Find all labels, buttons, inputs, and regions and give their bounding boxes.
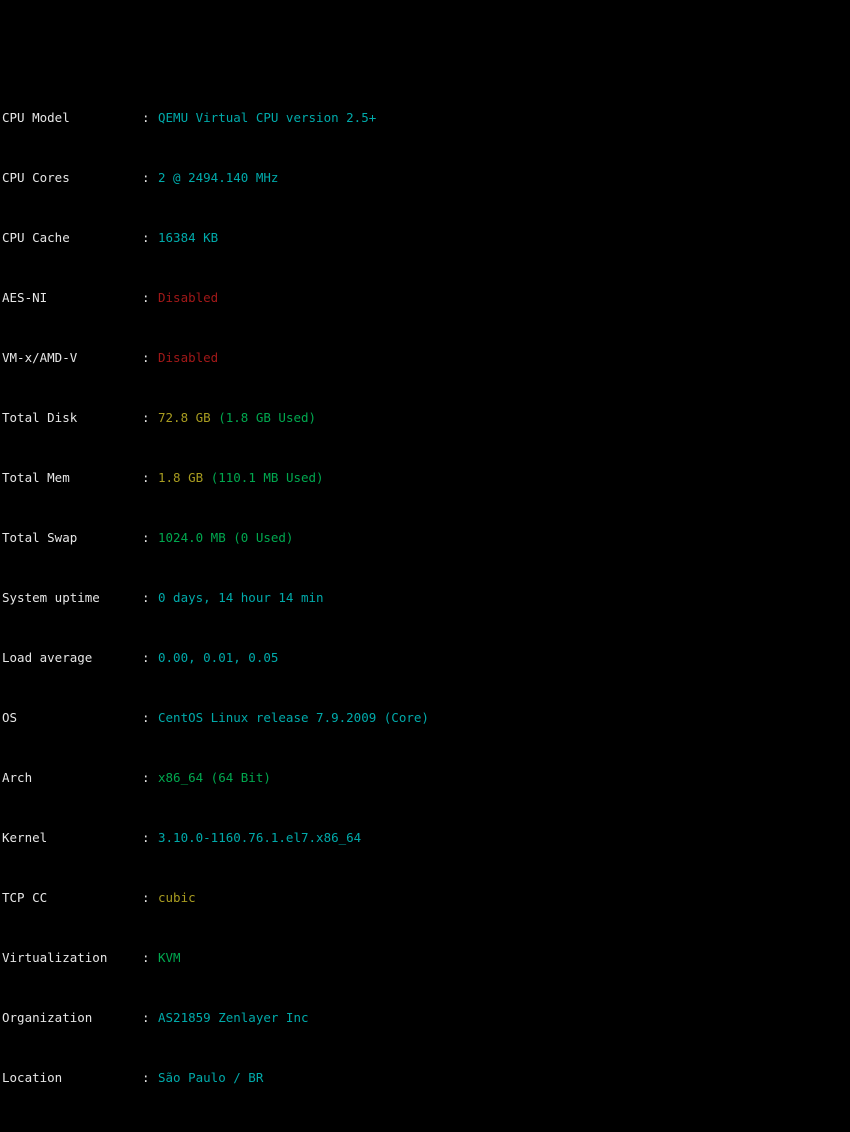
info-value: 0.00, 0.01, 0.05 — [158, 650, 279, 665]
info-value: CentOS Linux release 7.9.2009 (Core) — [158, 710, 429, 725]
system-info-block: CPU Model: QEMU Virtual CPU version 2.5+ … — [2, 65, 850, 1132]
info-value: São Paulo — [158, 1130, 226, 1132]
info-colon: : — [142, 1070, 150, 1085]
info-label: Kernel — [2, 830, 48, 845]
info-label: Region — [2, 1130, 142, 1132]
info-row-os: OS: CentOS Linux release 7.9.2009 (Core) — [2, 710, 850, 725]
info-label: System uptime — [2, 590, 100, 605]
info-colon: : — [142, 770, 150, 785]
info-row-region: Region:São Paulo — [2, 1130, 850, 1132]
info-colon: : — [142, 590, 150, 605]
info-label: Location — [2, 1070, 63, 1085]
info-value: 16384 KB — [158, 230, 219, 245]
info-label: VM-x/AMD-V — [2, 350, 78, 365]
info-row-tcp-cc: TCP CC: cubic — [2, 890, 850, 905]
info-label: CPU Cache — [2, 230, 70, 245]
info-value: 3.10.0-1160.76.1.el7.x86_64 — [158, 830, 362, 845]
info-colon: : — [142, 410, 150, 425]
info-colon: : — [142, 350, 150, 365]
info-value-total: 72.8 GB — [158, 410, 211, 425]
info-value-used: (1.8 GB Used) — [218, 410, 317, 425]
info-label: Arch — [2, 770, 33, 785]
info-value: KVM — [158, 950, 181, 965]
info-label: TCP CC — [2, 890, 48, 905]
info-colon: : — [142, 1130, 158, 1132]
info-colon: : — [142, 1010, 150, 1025]
info-colon: : — [142, 890, 150, 905]
info-colon: : — [142, 710, 150, 725]
info-colon: : — [142, 110, 150, 125]
info-row-load-average: Load average:0.00, 0.01, 0.05 — [2, 650, 850, 665]
info-label: Organization — [2, 1010, 93, 1025]
info-value: QEMU Virtual CPU version 2.5+ — [158, 110, 377, 125]
info-row-cpu-model: CPU Model: QEMU Virtual CPU version 2.5+ — [2, 110, 850, 125]
info-value: cubic — [158, 890, 196, 905]
info-value-status: Disabled — [158, 290, 219, 305]
info-label: Virtualization — [2, 950, 108, 965]
info-row-location: Location: São Paulo / BR — [2, 1070, 850, 1085]
info-row-total-swap: Total Swap:1024.0 MB (0 Used) — [2, 530, 850, 545]
info-value: São Paulo / BR — [158, 1070, 264, 1085]
info-label: Total Mem — [2, 470, 70, 485]
info-value-total: 1.8 GB — [158, 470, 204, 485]
info-row-virtualization: Virtualization: KVM — [2, 950, 850, 965]
info-row-cpu-cores: CPU Cores:2 @ 2494.140 MHz — [2, 170, 850, 185]
info-value: 2 @ 2494.140 MHz — [158, 170, 279, 185]
info-row-total-disk: Total Disk:72.8 GB (1.8 GB Used) — [2, 410, 850, 425]
info-label: OS — [2, 710, 18, 725]
info-row-arch: Arch: x86_64 (64 Bit) — [2, 770, 850, 785]
info-colon: : — [142, 470, 150, 485]
info-colon: : — [142, 830, 150, 845]
info-label: CPU Model — [2, 110, 70, 125]
info-row-vmx-amdv: VM-x/AMD-V: Disabled — [2, 350, 850, 365]
info-row-system-uptime: System uptime:0 days, 14 hour 14 min — [2, 590, 850, 605]
info-value: 0 days, 14 hour 14 min — [158, 590, 324, 605]
info-colon: : — [142, 290, 150, 305]
info-value: x86_64 (64 Bit) — [158, 770, 271, 785]
info-colon: : — [142, 530, 150, 545]
info-colon: : — [142, 950, 150, 965]
info-label: Load average — [2, 650, 93, 665]
info-row-organization: Organization: AS21859 Zenlayer Inc — [2, 1010, 850, 1025]
info-row-aes-ni: AES-NI: Disabled — [2, 290, 850, 305]
info-label: AES-NI — [2, 290, 48, 305]
info-colon: : — [142, 650, 150, 665]
info-row-cpu-cache: CPU Cache:16384 KB — [2, 230, 850, 245]
info-value: 1024.0 MB (0 Used) — [158, 530, 294, 545]
info-value: AS21859 Zenlayer Inc — [158, 1010, 309, 1025]
terminal-output[interactable]: CPU Model: QEMU Virtual CPU version 2.5+ … — [0, 0, 850, 1132]
info-row-kernel: Kernel:3.10.0-1160.76.1.el7.x86_64 — [2, 830, 850, 845]
info-label: CPU Cores — [2, 170, 70, 185]
info-colon: : — [142, 170, 150, 185]
info-row-total-mem: Total Mem:1.8 GB (110.1 MB Used) — [2, 470, 850, 485]
info-colon: : — [142, 230, 150, 245]
info-value-used: (110.1 MB Used) — [210, 470, 324, 485]
info-label: Total Swap — [2, 530, 78, 545]
info-value-status: Disabled — [158, 350, 219, 365]
info-label: Total Disk — [2, 410, 78, 425]
